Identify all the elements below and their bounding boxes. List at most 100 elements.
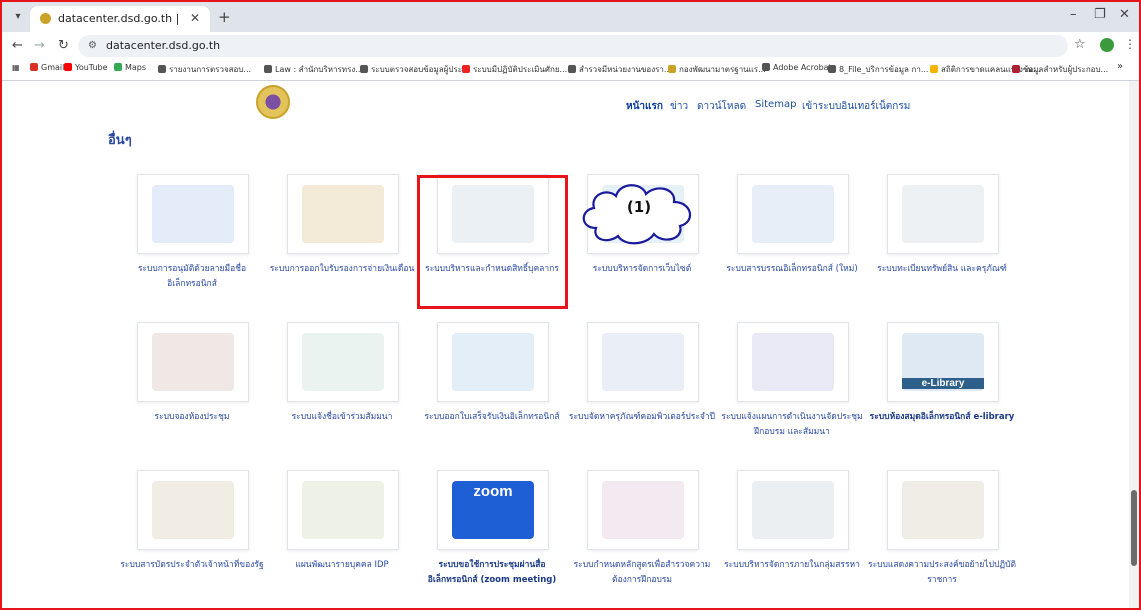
bookmark-item[interactable]: 8_File_บริการข้อมูล กา... [828, 63, 928, 76]
service-card[interactable]: zoom [437, 470, 549, 550]
service-card-label[interactable]: ระบบกำหนดหลักสูตรเพื่อสำรวจความต้องการฝึ… [567, 558, 717, 588]
service-card-label[interactable]: ระบบแสดงความประสงค์ขอย้ายไปปฏิบัติราชการ [867, 558, 1017, 588]
bookmarks-bar: ▦ Gmail YouTube Maps รายงานการตรวจสอบ... Law… [2, 60, 1139, 81]
bookmark-favicon-icon [668, 65, 676, 73]
nav-link[interactable]: ข่าว [670, 99, 688, 114]
bookmark-item[interactable]: Maps [114, 63, 146, 72]
service-card-label[interactable]: ระบบออกใบเสร็จรับเงินอิเล็กทรอนิกส์ [417, 410, 567, 425]
service-card-label[interactable]: ระบบจัดหาครุภัณฑ์คอมพิวเตอร์ประจำปี [567, 410, 717, 425]
restore-icon[interactable]: ❐ [1094, 7, 1106, 22]
site-info-icon[interactable]: ⚙ [88, 40, 97, 51]
assets-art-icon [902, 185, 984, 243]
service-card[interactable] [287, 174, 399, 254]
nav-link[interactable]: ดาวน์โหลด [697, 99, 746, 114]
bookmark-item[interactable]: ระบบตรวจสอบข้อมูลผู้ประ... [360, 63, 470, 76]
service-card[interactable] [587, 470, 699, 550]
bookmark-label: กองพัฒนามาตรฐานแร... [679, 65, 766, 74]
bookmark-favicon-icon [360, 65, 368, 73]
checklist-art-icon [302, 333, 384, 391]
service-card-label[interactable]: ระบบสารบรรณอิเล็กทรอนิกส์ (ใหม่) [717, 262, 867, 277]
service-card-label[interactable]: ระบบสารบัตรประจำตัวเจ้าหน้าที่ของรัฐ [117, 558, 267, 573]
bookmark-label: YouTube [75, 63, 108, 72]
document-art-icon [752, 185, 834, 243]
id-card-art-icon [152, 481, 234, 539]
bookmark-favicon-icon [1012, 65, 1020, 73]
nav-link[interactable]: เข้าระบบอินเทอร์เน็ตกรม [802, 99, 910, 114]
computer-art-icon [602, 333, 684, 391]
bookmark-star-icon[interactable]: ☆ [1074, 37, 1086, 52]
service-card[interactable] [137, 470, 249, 550]
service-card-label[interactable]: แผนพัฒนารายบุคคล IDP [267, 558, 417, 573]
service-card[interactable] [737, 174, 849, 254]
reload-icon[interactable]: ↻ [58, 38, 69, 53]
section-title: อื่นๆ [108, 133, 132, 148]
browser-tab[interactable]: datacenter.dsd.go.th | ✕ [30, 6, 210, 32]
page-content: หน้าแรก ข่าว ดาวน์โหลด Sitemap เข้าระบบอินเท… [2, 81, 1128, 608]
new-tab-icon[interactable]: + [218, 8, 231, 26]
service-card[interactable] [737, 322, 849, 402]
bookmark-item[interactable]: กองพัฒนามาตรฐานแร... [668, 63, 766, 76]
service-card[interactable] [887, 470, 999, 550]
service-card[interactable] [737, 470, 849, 550]
menu-icon[interactable]: ⋮ [1124, 37, 1136, 51]
bookmark-label: 8_File_บริการข้อมูล กา... [839, 65, 929, 74]
service-card-label[interactable]: ระบบการออกใบรับรองการจ่ายเงินเดือน [267, 262, 417, 277]
service-card[interactable] [587, 322, 699, 402]
service-card-label[interactable]: ระบบแจ้งแผนการดำเนินงานจัดประชุม ฝึกอบรม… [717, 410, 867, 440]
bookmark-item[interactable]: Gmail [30, 63, 64, 72]
url-input[interactable]: ⚙ datacenter.dsd.go.th [78, 35, 1068, 57]
bookmark-item[interactable]: Law : สำนักบริหารทรง... [264, 63, 363, 76]
recruit-art-icon [752, 481, 834, 539]
profile-avatar[interactable] [1100, 38, 1114, 52]
tab-search-icon[interactable]: ▾ [10, 9, 26, 25]
tab-close-icon[interactable]: ✕ [190, 11, 200, 25]
service-card[interactable] [887, 174, 999, 254]
service-card-label[interactable]: ระบบห้องสมุดอิเล็กทรอนิกส์ e-library [867, 410, 1017, 425]
bookmark-item[interactable]: ระบบมีปฏิบัติประเมินศักย... [462, 63, 567, 76]
bookmark-favicon-icon [64, 63, 72, 71]
bookmark-favicon-icon [30, 63, 38, 71]
close-window-icon[interactable]: ✕ [1119, 7, 1130, 22]
bookmark-label: Adobe Acrobat [773, 63, 832, 72]
finance-art-icon [302, 185, 384, 243]
service-card[interactable]: e-Library [887, 322, 999, 402]
service-card[interactable] [287, 322, 399, 402]
forward-icon[interactable]: → [34, 38, 45, 53]
bookmark-favicon-icon [828, 65, 836, 73]
bookmark-favicon-icon [930, 65, 938, 73]
nav-link[interactable]: หน้าแรก [626, 99, 663, 114]
dsd-logo[interactable] [256, 85, 290, 119]
calendar-art-icon [752, 333, 834, 391]
bookmark-item[interactable]: สำรวจมีหน่วยงานของรา... [568, 63, 672, 76]
scrollbar-thumb[interactable] [1131, 490, 1137, 566]
bookmark-label: Gmail [41, 63, 65, 72]
bookmark-favicon-icon [264, 65, 272, 73]
bookmark-favicon-icon [158, 65, 166, 73]
service-card-label[interactable]: ระบบขอใช้การประชุมผ่านสื่ออิเล็กทรอนิกส์… [417, 558, 567, 588]
service-card-label[interactable]: ระบบทะเบียนทรัพย์สิน และครุภัณฑ์ [867, 262, 1017, 277]
service-card-label[interactable]: ระบบบริหารจัดการเว็บไซต์ [567, 262, 717, 277]
service-card-label[interactable]: ระบบจองห้องประชุม [117, 410, 267, 425]
apps-icon[interactable]: ▦ [12, 63, 20, 72]
bookmark-item[interactable]: YouTube [64, 63, 108, 72]
signature-art-icon [152, 185, 234, 243]
bookmark-label: Law : สำนักบริหารทรง... [275, 65, 363, 74]
bookmark-favicon-icon [114, 63, 122, 71]
service-card-label[interactable]: ระบบการอนุมัติด้วยลายมือชื่ออิเล็กทรอนิก… [117, 262, 267, 292]
service-card-label[interactable]: ระบบบริหารจัดการภายในกลุ่มสรรหา [717, 558, 867, 573]
service-card[interactable] [137, 174, 249, 254]
service-card[interactable] [137, 322, 249, 402]
bookmark-item[interactable]: รายงานการตรวจสอบ... [158, 63, 251, 76]
service-card-label[interactable]: ระบบแจ้งชื่อเข้าร่วมสัมมนา [267, 410, 417, 425]
image-text: zoom [473, 483, 513, 500]
bookmark-item[interactable]: ข้อมูลสำหรับผู้ประกอบ... [1012, 63, 1108, 76]
back-icon[interactable]: ← [12, 38, 23, 53]
service-card[interactable] [437, 322, 549, 402]
nav-link[interactable]: Sitemap [755, 99, 796, 110]
tab-title: datacenter.dsd.go.th | [58, 12, 180, 25]
bookmark-item[interactable]: Adobe Acrobat [762, 63, 832, 72]
service-card[interactable] [287, 470, 399, 550]
bookmark-favicon-icon [462, 65, 470, 73]
bookmarks-more-icon[interactable]: » [1117, 61, 1123, 72]
minimize-icon[interactable]: – [1070, 7, 1077, 22]
